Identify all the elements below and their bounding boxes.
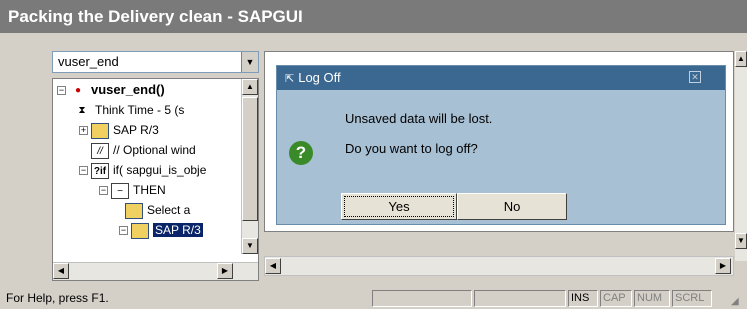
function-icon: ● <box>74 84 82 96</box>
main-horizontal-scrollbar[interactable]: ◀ ▶ <box>264 256 734 276</box>
tree-item-think-time[interactable]: ⧗ Think Time - 5 (s <box>73 101 184 119</box>
window-title: Packing the Delivery clean - SAPGUI <box>0 0 747 33</box>
dialog-title: Log Off <box>298 70 341 85</box>
collapse-icon[interactable]: − <box>99 186 108 196</box>
dialog-titlebar: ⇱ Log Off ✕ <box>277 66 725 90</box>
scroll-left-icon[interactable]: ◀ <box>53 263 69 279</box>
tree-item-vuser-end[interactable]: − ● vuser_end() <box>57 81 165 99</box>
tree-item-sap-r3-selected[interactable]: − SAP R/3 <box>119 221 203 239</box>
scroll-down-icon[interactable]: ▼ <box>735 233 747 249</box>
chevron-down-icon[interactable]: ▼ <box>241 52 258 72</box>
comment-icon: // <box>91 142 109 159</box>
cap-indicator: CAP <box>600 290 632 307</box>
scrl-indicator: SCRL <box>672 290 712 307</box>
dialog-message-line1: Unsaved data will be lost. <box>345 111 493 126</box>
status-panel <box>372 290 472 307</box>
yes-button[interactable]: Yes <box>341 193 457 220</box>
tree-horizontal-scrollbar[interactable]: ◀ ▶ <box>53 262 258 280</box>
tree-item-sap-r3[interactable]: + SAP R/3 <box>79 121 159 139</box>
action-combo[interactable]: vuser_end ▼ <box>52 51 259 73</box>
status-panel <box>474 290 566 307</box>
close-icon[interactable]: ✕ <box>689 71 701 83</box>
tree-item-then[interactable]: − − THEN <box>99 181 166 199</box>
log-off-dialog: ⇱ Log Off ✕ ? Unsaved data will be lost. … <box>276 65 726 225</box>
status-help-text: For Help, press F1. <box>6 291 109 305</box>
tree-item-comment[interactable]: //// Optional wind <box>91 141 196 159</box>
no-button[interactable]: No <box>457 193 567 220</box>
scroll-left-icon[interactable]: ◀ <box>265 258 281 274</box>
dialog-message-line2: Do you want to log off? <box>345 141 478 156</box>
hourglass-icon: ⧗ <box>78 104 86 116</box>
question-icon: ? <box>289 141 313 165</box>
resize-grip-icon[interactable]: ◢ <box>731 291 745 307</box>
collapse-icon[interactable]: − <box>57 86 66 96</box>
collapse-icon[interactable]: − <box>79 166 88 176</box>
sap-window-icon <box>91 122 109 139</box>
scroll-right-icon[interactable]: ▶ <box>217 263 233 279</box>
scroll-up-icon[interactable]: ▲ <box>735 51 747 67</box>
logoff-icon: ⇱ <box>285 73 295 85</box>
status-bar: For Help, press F1. INS CAP NUM SCRL ◢ <box>0 287 747 309</box>
scroll-thumb[interactable] <box>242 97 258 221</box>
tree-item-if[interactable]: − ?if if( sapgui_is_obje <box>79 161 206 179</box>
tree-item-select[interactable]: Select a <box>125 201 190 219</box>
scroll-up-icon[interactable]: ▲ <box>242 79 258 95</box>
num-indicator: NUM <box>634 290 670 307</box>
scroll-right-icon[interactable]: ▶ <box>715 258 731 274</box>
scroll-down-icon[interactable]: ▼ <box>242 238 258 254</box>
tree-vertical-scrollbar[interactable]: ▲ ▼ <box>241 79 258 254</box>
collapse-icon[interactable]: − <box>119 226 128 236</box>
sap-window-icon <box>125 202 143 219</box>
expand-icon[interactable]: + <box>79 126 88 136</box>
script-tree: − ● vuser_end() ⧗ Think Time - 5 (s + SAP R/… <box>52 78 259 281</box>
condition-icon: ?if <box>91 162 109 179</box>
sap-window-icon <box>131 222 149 239</box>
action-combo-value: vuser_end <box>58 54 119 69</box>
main-vertical-scrollbar[interactable]: ▲ ▼ <box>735 51 747 261</box>
then-icon: − <box>111 182 129 199</box>
ins-indicator: INS <box>568 290 598 307</box>
